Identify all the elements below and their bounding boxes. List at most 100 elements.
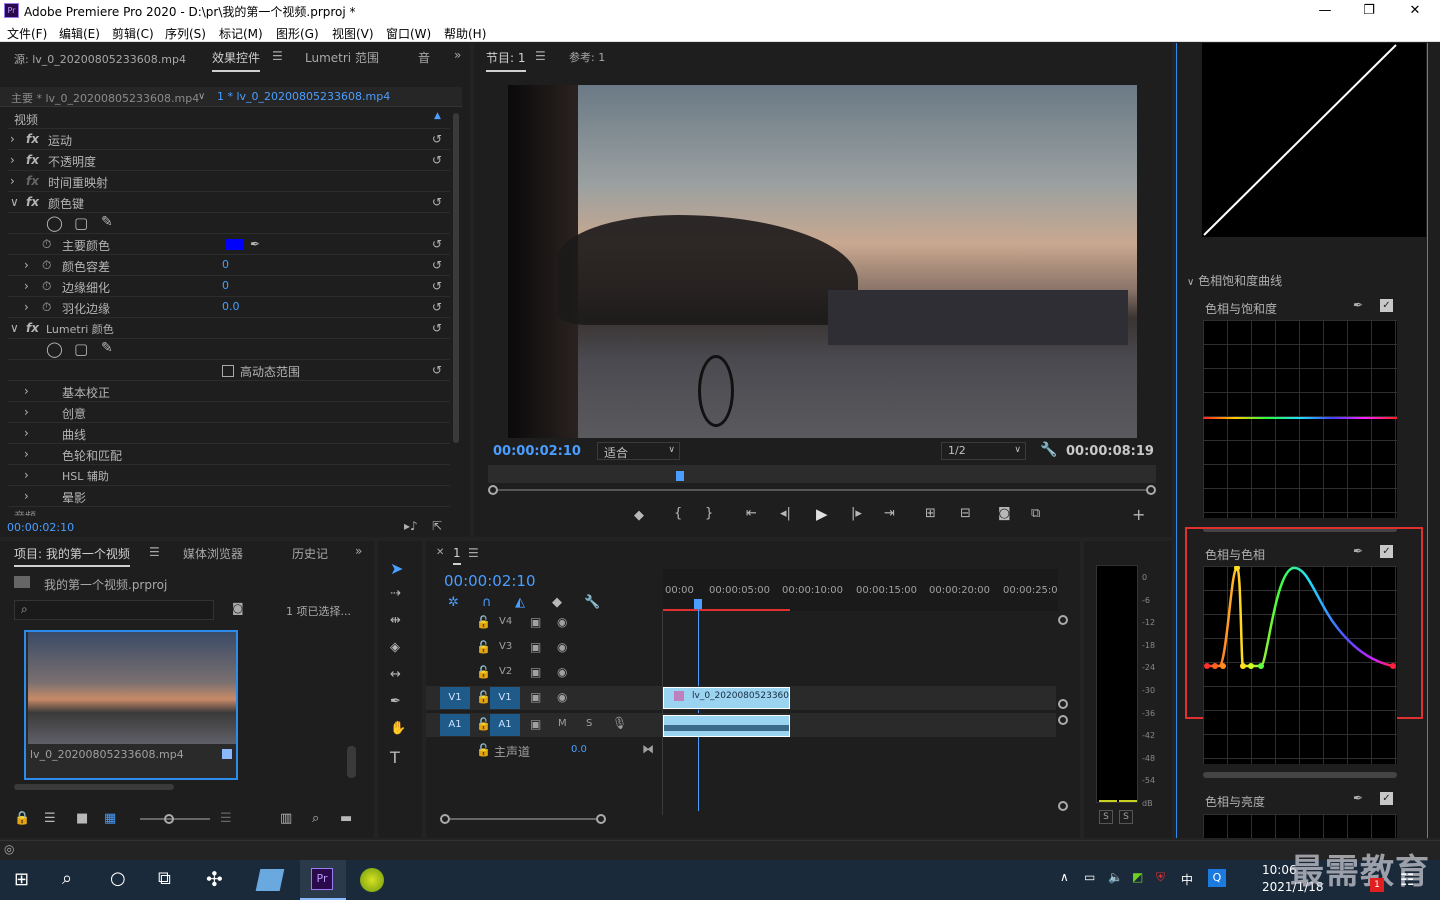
reset-icon[interactable]: ↺ xyxy=(432,300,442,314)
edge-thin-value[interactable]: 0 xyxy=(222,279,229,292)
menu-clip[interactable]: 剪辑(C) xyxy=(112,25,154,42)
enable-checkbox[interactable]: ✓ xyxy=(1380,792,1393,805)
sync-lock-icon[interactable]: ▣ xyxy=(530,640,541,654)
lock-icon[interactable]: 🔓 xyxy=(476,743,491,757)
reset-icon[interactable]: ↺ xyxy=(432,363,442,377)
video-clip[interactable]: lv_0_2020080523360 xyxy=(663,687,790,709)
scroll-up-icon[interactable]: ▲ xyxy=(434,111,441,121)
zoom-handle-right[interactable] xyxy=(596,814,606,824)
source-patch-v1[interactable]: V1 xyxy=(440,687,470,709)
lock-icon[interactable]: 🔓 xyxy=(476,690,491,704)
chevron-down-icon[interactable]: ∨ xyxy=(198,91,205,102)
app-pinwheel-icon[interactable]: ✣ xyxy=(206,867,223,891)
close-button[interactable]: ✕ xyxy=(1392,0,1438,22)
play-audio-icon[interactable]: ▸♪ xyxy=(404,519,418,533)
app-notepad-icon[interactable] xyxy=(255,869,285,891)
track-target-a1[interactable]: A1 xyxy=(490,714,520,736)
overflow-icon[interactable]: » xyxy=(454,48,461,62)
effect-time-remap[interactable]: › fx 时间重映射 xyxy=(8,171,450,192)
razor-tool-icon[interactable]: ◈ xyxy=(390,640,400,655)
pen-mask-icon[interactable]: ✎ xyxy=(101,340,113,356)
automate-icon[interactable]: ▥ xyxy=(280,811,292,826)
eye-icon[interactable]: ◉ xyxy=(557,615,567,629)
sync-lock-icon[interactable]: ▣ xyxy=(530,690,541,704)
step-forward-icon[interactable]: |▸ xyxy=(851,506,862,521)
eyedropper-icon[interactable]: ✒ xyxy=(1353,298,1363,312)
eye-icon[interactable]: ◉ xyxy=(557,690,567,704)
lock-icon[interactable]: 🔓 xyxy=(476,615,491,629)
go-to-out-icon[interactable]: ⇥ xyxy=(884,506,895,521)
effect-opacity[interactable]: › fx 不透明度 ↺ xyxy=(8,150,450,171)
windows-start-icon[interactable]: ⊞ xyxy=(14,869,29,890)
eye-icon[interactable]: ◉ xyxy=(557,640,567,654)
time-ruler[interactable]: 00:00 00:00:05:00 00:00:10:00 00:00:15:0… xyxy=(663,569,1058,611)
menu-sequence[interactable]: 序列(S) xyxy=(165,25,206,42)
master-clip-label[interactable]: 主要 * lv_0_20200805233608.mp4 xyxy=(11,90,199,106)
hdr-checkbox[interactable] xyxy=(222,365,234,377)
microphone-icon[interactable]: 🎙 xyxy=(612,716,627,730)
tab-source[interactable]: 源: lv_0_20200805233608.mp4 xyxy=(14,51,186,67)
effect-motion[interactable]: › fx 运动 ↺ xyxy=(8,129,450,150)
scrollbar[interactable] xyxy=(14,784,174,790)
add-marker-icon[interactable]: ◭ xyxy=(515,595,525,610)
track-select-tool-icon[interactable]: ⇢ xyxy=(390,586,401,601)
volume-icon[interactable]: 🔈 xyxy=(1108,870,1123,884)
menu-marker[interactable]: 标记(M) xyxy=(219,25,263,42)
new-bin-icon[interactable]: ◙ xyxy=(232,601,244,615)
lumetri-hsl[interactable]: › HSL 辅助 xyxy=(8,465,450,486)
menu-edit[interactable]: 编辑(E) xyxy=(59,25,100,42)
mark-in-icon[interactable]: { xyxy=(674,506,682,521)
track-target-v1[interactable]: V1 xyxy=(490,687,520,709)
tab-audio[interactable]: 音 xyxy=(418,49,430,66)
zoom-slider[interactable] xyxy=(140,814,210,824)
minimize-button[interactable]: — xyxy=(1302,0,1348,22)
play-icon[interactable]: ▶ xyxy=(816,505,828,523)
menu-window[interactable]: 窗口(W) xyxy=(386,25,431,42)
camera-icon[interactable]: ◙ xyxy=(998,506,1011,521)
hue-vs-luma-graph[interactable] xyxy=(1203,814,1397,838)
enable-checkbox[interactable]: ✓ xyxy=(1380,299,1393,312)
lock-icon[interactable]: 🔒 xyxy=(14,811,30,826)
scroll-handle[interactable] xyxy=(1058,801,1068,811)
zoom-bar[interactable] xyxy=(488,485,1156,495)
effect-timecode[interactable]: 00:00:02:10 xyxy=(7,521,74,534)
reset-icon[interactable]: ↺ xyxy=(432,279,442,293)
stopwatch-icon[interactable]: ⏱ xyxy=(42,237,51,252)
new-bin-folder-icon[interactable]: ▬ xyxy=(340,811,352,826)
menu-file[interactable]: 文件(F) xyxy=(7,25,47,42)
linked-selection-icon[interactable]: ∩ xyxy=(482,595,492,610)
lock-icon[interactable]: 🔓 xyxy=(476,717,491,731)
scrollbar[interactable] xyxy=(453,113,459,443)
task-view-icon[interactable]: ⧉ xyxy=(158,868,171,889)
search-icon[interactable]: ⌕ xyxy=(62,868,72,889)
extract-icon[interactable]: ⊟ xyxy=(960,506,971,521)
program-timecode[interactable]: 00:00:02:10 xyxy=(493,444,581,459)
tab-program[interactable]: 节目: 1 xyxy=(486,49,526,72)
menu-help[interactable]: 帮助(H) xyxy=(444,25,486,42)
search-input[interactable]: ⌕ xyxy=(14,600,214,620)
network-icon[interactable]: ▭ xyxy=(1084,870,1095,884)
lift-icon[interactable]: ⊞ xyxy=(925,506,936,521)
lock-icon[interactable]: 🔓 xyxy=(476,640,491,654)
type-tool-icon[interactable]: T xyxy=(390,748,400,767)
scroll-handle[interactable] xyxy=(1058,715,1068,725)
hand-tool-icon[interactable]: ✋ xyxy=(390,721,406,736)
timeline-timecode[interactable]: 00:00:02:10 xyxy=(444,572,536,590)
lumetri-basic[interactable]: › 基本校正 xyxy=(8,381,450,402)
horizontal-zoom-bar[interactable] xyxy=(440,814,1056,824)
zoom-handle-left[interactable] xyxy=(440,814,450,824)
solo-button[interactable]: S xyxy=(586,718,592,729)
vertical-scroll[interactable] xyxy=(1058,615,1068,815)
tab-lumetri-scopes[interactable]: Lumetri 范围 xyxy=(305,49,379,66)
comparison-view-icon[interactable]: ⧉ xyxy=(1031,506,1040,521)
master-volume[interactable]: 0.0 xyxy=(571,744,587,755)
scroll-handle[interactable] xyxy=(1058,699,1068,709)
reset-icon[interactable]: ↺ xyxy=(432,132,442,146)
icon-view-icon[interactable]: ■ xyxy=(76,811,88,826)
sort-icon[interactable]: ☰ xyxy=(220,811,232,826)
ellipse-mask-icon[interactable]: ◯ xyxy=(46,214,63,232)
scrollbar[interactable] xyxy=(1203,772,1397,778)
quality-select[interactable]: 1/2 ∨ xyxy=(941,442,1026,460)
source-patch-a1[interactable]: A1 xyxy=(440,714,470,736)
qq-icon[interactable]: Q xyxy=(1208,869,1226,887)
